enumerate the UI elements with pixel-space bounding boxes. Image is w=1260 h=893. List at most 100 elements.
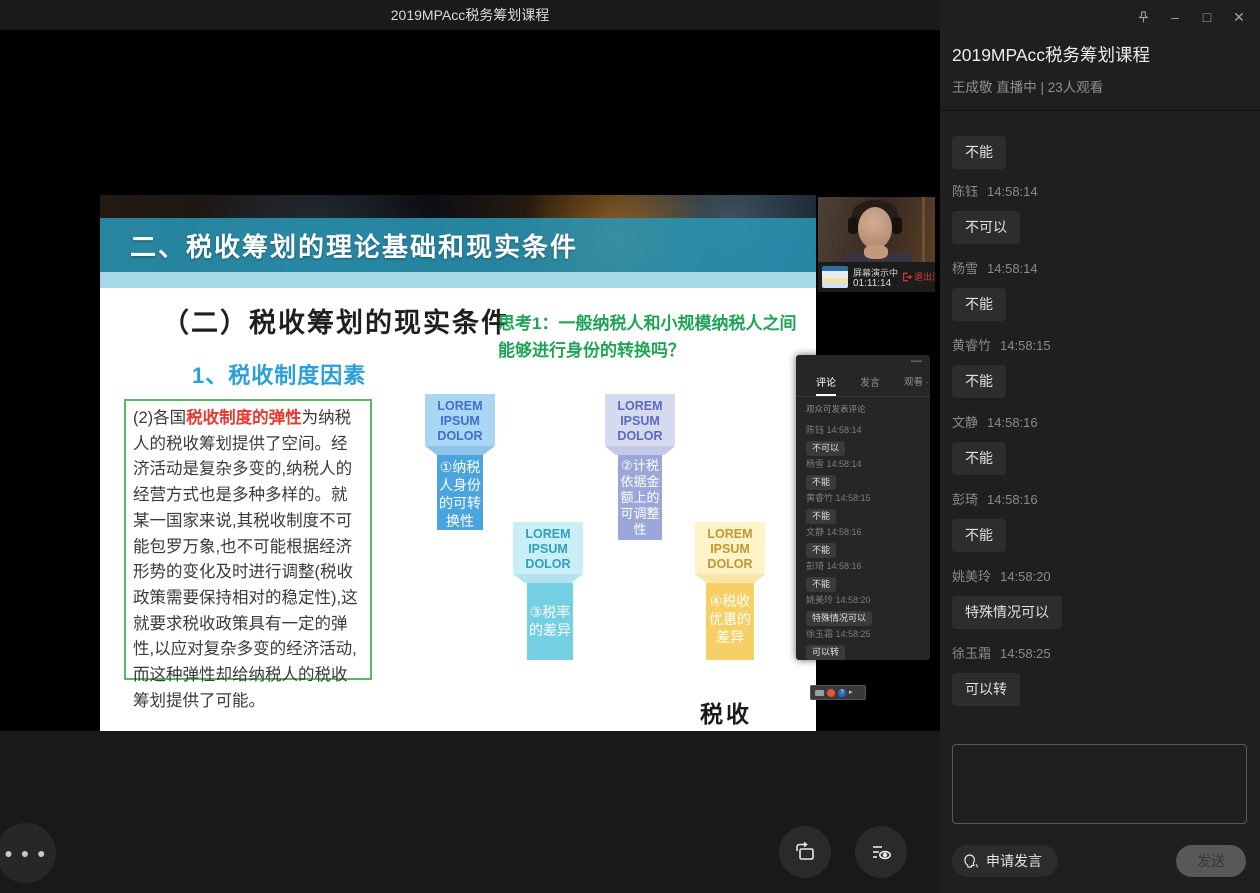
slide-question-line1: 思考1：一般纳税人和小规模纳税人之间 xyxy=(498,310,816,337)
close-button[interactable]: ✕ xyxy=(1230,8,1248,26)
lorem-box-1-header: LOREM IPSUM DOLOR xyxy=(425,394,495,446)
presenting-status-bar: 屏幕演示中 01:11:14 退出演示 xyxy=(818,262,935,292)
overlay-msg-name: 文静 14:58:16 xyxy=(806,527,924,537)
rotate-screen-button[interactable] xyxy=(779,826,831,878)
course-title: 2019MPAcc税务筹划课程 xyxy=(952,42,1150,67)
chat-panel: – □ ✕ 2019MPAcc税务筹划课程 王成敬 直播中 | 23人观看 不能… xyxy=(940,0,1260,893)
slide-footer-word: 税收 xyxy=(700,695,752,729)
overlay-msg-bubble: 特殊情况可以 xyxy=(806,611,872,626)
chat-bubble: 特殊情况可以 xyxy=(952,596,1062,629)
pin-button[interactable] xyxy=(1134,8,1152,26)
overlay-minimize-icon: — xyxy=(911,355,922,367)
chat-time: 14:58:16 xyxy=(987,492,1038,507)
slide-subheading: 1、税收制度因素 xyxy=(192,358,366,390)
lorem-box-2-label: ②计税依据金额上的可调整性 xyxy=(618,455,662,540)
stream-title: 2019MPAcc税务筹划课程 xyxy=(391,5,549,25)
minimize-button[interactable]: – xyxy=(1166,8,1184,26)
chat-sender: 姚美玲 xyxy=(952,569,991,584)
slide-heading: （二）税收筹划的现实条件 xyxy=(162,301,510,340)
chat-time: 14:58:16 xyxy=(987,415,1038,430)
overlay-msg-bubble: 不能 xyxy=(806,509,836,524)
slide: 二、税收筹划的理论基础和现实条件 （二）税收筹划的现实条件 1、税收制度因素 思… xyxy=(100,195,816,731)
collapse-arrow-icon: ▸ xyxy=(849,689,853,696)
chat-sender: 陈钰 xyxy=(952,184,978,199)
chat-sender: 杨雪 xyxy=(952,261,978,276)
chat-bubble: 不能 xyxy=(952,519,1006,552)
slide-banner: 二、税收筹划的理论基础和现实条件 xyxy=(100,218,816,272)
camera-icon xyxy=(815,690,824,696)
overlay-msg-bubble: 不能 xyxy=(806,577,836,592)
overlay-message-list: 陈钰 14:58:14 不可以 杨雪 14:58:14 不能 黄睿竹 14:58… xyxy=(806,425,924,660)
overlay-msg-name: 黄睿竹 14:58:15 xyxy=(806,493,924,503)
chat-message: 姚美玲 14:58:20 特殊情况可以 xyxy=(952,568,1248,629)
paragraph-highlight: 税收制度的弹性 xyxy=(186,409,302,427)
chat-bubble: 不能 xyxy=(952,365,1006,398)
chat-bubble: 不能 xyxy=(952,288,1006,321)
headphone-left xyxy=(848,217,858,234)
mini-toolbar: ? ▸ xyxy=(810,685,866,700)
video-region[interactable]: 二、税收筹划的理论基础和现实条件 （二）税收筹划的现实条件 1、税收制度因素 思… xyxy=(0,30,940,731)
overlay-divider xyxy=(796,396,930,397)
overlay-msg-name: 姚美玲 14:58:20 xyxy=(806,595,924,605)
stream-title-bar: 2019MPAcc税务筹划课程 xyxy=(0,0,940,30)
overlay-msg-name: 陈钰 14:58:14 xyxy=(806,425,924,435)
chat-sender: 黄睿竹 xyxy=(952,338,991,353)
lorem-box-3-label: ③税率的差异 xyxy=(527,583,573,660)
headphone-right xyxy=(892,217,902,234)
paragraph-rest: 为纳税人的税收筹划提供了空间。经济活动是复杂多变的,纳税人的经营方式也是多种多样… xyxy=(133,409,358,710)
lorem-box-3-connector xyxy=(513,574,583,583)
overlay-msg-bubble: 可以转 xyxy=(806,645,845,660)
toggle-comments-visibility-button[interactable] xyxy=(855,826,907,878)
chat-time: 14:58:20 xyxy=(1000,569,1051,584)
overlay-msg-bubble: 不能 xyxy=(806,475,836,490)
overlay-msg-name: 杨雪 14:58:14 xyxy=(806,459,924,469)
rotate-screen-icon xyxy=(792,839,818,865)
chat-message-list[interactable]: 不能 陈钰14:58:14 不可以 杨雪14:58:14 不能 黄睿竹14:58… xyxy=(952,120,1248,735)
slide-banner-stripe xyxy=(100,272,816,288)
slide-banner-title: 二、税收筹划的理论基础和现实条件 xyxy=(100,227,578,264)
lorem-box-4-header: LOREM IPSUM DOLOR xyxy=(695,522,765,574)
help-icon: ? xyxy=(838,689,846,697)
chat-message: 杨雪14:58:14 不能 xyxy=(952,260,1248,321)
lorem-box-1-label: ①纳税人身份的可转换性 xyxy=(437,455,483,530)
request-speak-button[interactable]: 申请发言 xyxy=(952,845,1058,877)
chat-time: 14:58:25 xyxy=(1000,646,1051,661)
live-status: 王成敬 直播中 | 23人观看 xyxy=(952,76,1103,96)
presenter-video xyxy=(818,197,935,262)
chat-time: 14:58:14 xyxy=(987,184,1038,199)
maximize-button[interactable]: □ xyxy=(1198,8,1216,26)
presenting-timer: 01:11:14 xyxy=(853,278,891,289)
presenter-webcam: 屏幕演示中 01:11:14 退出演示 xyxy=(818,197,935,292)
overlay-tab-viewers: 观看 · 23 xyxy=(904,374,930,396)
chat-message: 彭琦14:58:16 不能 xyxy=(952,491,1248,552)
chat-message: 文静 14:58:16 不能 xyxy=(952,414,1248,475)
overlay-msg-name: 徐玉霜 14:58:25 xyxy=(806,629,924,639)
overlay-msg-name: 彭琦 14:58:16 xyxy=(806,561,924,571)
pin-icon xyxy=(1136,10,1151,25)
lorem-box-1-connector xyxy=(425,446,495,455)
exit-presentation: 退出演示 xyxy=(902,270,935,283)
overlay-tab-speak: 发言 xyxy=(860,374,880,396)
orange-app-icon xyxy=(827,689,835,697)
overlay-tabs: 评论 发言 观看 · 23 xyxy=(816,374,930,396)
chat-bubble: 不能 xyxy=(952,136,1006,169)
slide-question-line2: 能够进行身份的转换吗？ xyxy=(498,337,816,364)
overlay-chat-window: — 评论 发言 观看 · 23 观众可发表评论 陈钰 14:58:14 不可以 … xyxy=(796,355,930,660)
exit-icon xyxy=(902,272,912,282)
app-window: 2019MPAcc税务筹划课程 二、税收筹划的理论基础和现实条件 （二）税收筹划… xyxy=(0,0,1260,893)
chat-bubble: 可以转 xyxy=(952,673,1020,706)
chat-message: 黄睿竹14:58:15 不能 xyxy=(952,337,1248,398)
lorem-box-3-header: LOREM IPSUM DOLOR xyxy=(513,522,583,574)
chat-sender: 文静 xyxy=(952,415,978,430)
overlay-tab-comments: 评论 xyxy=(816,374,836,396)
send-button[interactable]: 发送 xyxy=(1176,845,1246,877)
request-speak-label: 申请发言 xyxy=(986,851,1042,871)
chat-bubble: 不能 xyxy=(952,442,1006,475)
lorem-box-2-header: LOREM IPSUM DOLOR xyxy=(605,394,675,446)
chat-input[interactable] xyxy=(952,744,1247,824)
paragraph-prefix: (2)各国 xyxy=(133,409,186,427)
lorem-box-4-label: ④税收优惠的差异 xyxy=(706,583,754,660)
lorem-box-2-connector xyxy=(605,446,675,455)
window-controls: – □ ✕ xyxy=(1134,8,1248,26)
presenter-face xyxy=(858,207,892,249)
